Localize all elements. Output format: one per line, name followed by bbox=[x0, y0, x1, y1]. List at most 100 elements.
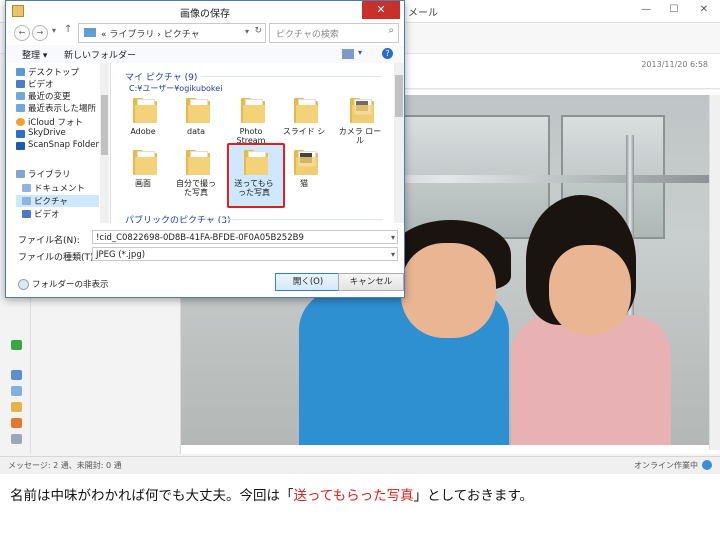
up-icon[interactable]: ↑ bbox=[64, 24, 72, 35]
group-path: C:¥ユーザー¥ogikubokei bbox=[129, 84, 223, 93]
boy-face bbox=[401, 243, 496, 338]
navigation-pane: デスクトップ ビデオ 最近の変更 最近表示した場所 iCloud フォト Sky… bbox=[6, 63, 111, 223]
mail-scrollbar[interactable] bbox=[709, 95, 720, 450]
folder-item-selected[interactable]: 送ってもらった写真 bbox=[230, 149, 278, 209]
address-row: ← → ▾ ↑ « ライブラリ › ピクチャ ▾ ↻ ピクチャの検索 ⌕ bbox=[6, 21, 404, 45]
nav-item-skydrive[interactable]: SkyDrive bbox=[28, 128, 66, 138]
search-icon[interactable]: ⌕ bbox=[388, 25, 394, 36]
nav-item-videos[interactable]: ビデオ bbox=[34, 208, 60, 220]
forward-icon[interactable]: → bbox=[32, 25, 48, 41]
calendar-icon[interactable] bbox=[11, 386, 22, 396]
add-icon[interactable] bbox=[11, 340, 22, 350]
filetype-dropdown-icon[interactable]: ▾ bbox=[391, 248, 395, 260]
folder-label: data bbox=[186, 127, 206, 136]
folder-item[interactable]: Adobe bbox=[119, 97, 167, 157]
folder-icon bbox=[294, 149, 318, 175]
screenshot: メール — ☐ ✕ 2013/11/20 6:58 メッセージ: 2 通、未開封… bbox=[0, 0, 720, 474]
folder-icon bbox=[350, 97, 374, 123]
nav-scroll-thumb[interactable] bbox=[101, 95, 108, 155]
filename-dropdown-icon[interactable]: ▾ bbox=[391, 231, 395, 243]
folder-icon bbox=[241, 97, 265, 123]
caption-text-1: 名前は中味がわかれば何でも大丈夫。今回は「 bbox=[10, 488, 294, 504]
search-input[interactable]: ピクチャの検索 ⌕ bbox=[269, 23, 399, 43]
nav-item-icloud-photo[interactable]: iCloud フォト bbox=[28, 116, 83, 128]
library-folder-icon bbox=[16, 170, 25, 178]
refresh-icon[interactable]: ↻ bbox=[254, 26, 262, 36]
save-image-dialog: 画像の保存 ✕ ← → ▾ ↑ « ライブラリ › ピクチャ ▾ ↻ ピクチャの… bbox=[5, 0, 405, 298]
nav-item-desktop[interactable]: デスクトップ bbox=[28, 66, 79, 78]
folder-label: 自分で撮った写真 bbox=[176, 179, 216, 197]
file-scroll-thumb[interactable] bbox=[395, 75, 403, 117]
scansnap-icon bbox=[16, 142, 25, 150]
dialog-toolbar: 整理 ▾ 新しいフォルダー ▾ ? bbox=[6, 45, 404, 64]
folder-icon bbox=[244, 149, 268, 175]
filetype-select[interactable]: JPEG (*.jpg) ▾ bbox=[92, 247, 398, 261]
caption-text-2: 」としておきます。 bbox=[413, 488, 533, 504]
organize-button[interactable]: 整理 ▾ bbox=[22, 48, 47, 61]
folder-item[interactable]: カメラ ロール bbox=[336, 97, 384, 157]
close-icon[interactable]: ✕ bbox=[690, 0, 718, 20]
view-icon[interactable] bbox=[342, 49, 354, 59]
skydrive-icon bbox=[16, 130, 25, 138]
hide-folders-label: フォルダーの非表示 bbox=[32, 280, 109, 290]
group-divider bbox=[223, 219, 383, 220]
nav-item-recent-changes[interactable]: 最近の変更 bbox=[28, 90, 71, 102]
library-icon bbox=[84, 28, 96, 37]
maximize-icon[interactable]: ☐ bbox=[660, 0, 688, 20]
videos-icon bbox=[22, 210, 31, 218]
folder-icon bbox=[133, 149, 157, 175]
filename-label: ファイル名(N): bbox=[18, 236, 80, 246]
folder-label: カメラ ロール bbox=[338, 127, 382, 145]
folder-item[interactable]: 画面 bbox=[119, 149, 167, 209]
mail-icon[interactable] bbox=[11, 370, 22, 380]
filename-input[interactable]: !cid_C0822698-0D8B-41FA-BFDE-0F0A05B252B… bbox=[92, 230, 398, 244]
folder-icon bbox=[133, 97, 157, 123]
folder-item[interactable]: スライド ショー bbox=[280, 97, 328, 157]
nav-item-video[interactable]: ビデオ bbox=[28, 78, 54, 90]
minimize-icon[interactable]: — bbox=[632, 0, 660, 20]
feed-icon[interactable] bbox=[11, 418, 22, 428]
girl-face bbox=[549, 245, 631, 335]
nav-item-pictures[interactable]: ピクチャ bbox=[34, 195, 68, 207]
group-header-my-pictures[interactable]: マイ ピクチャ (9) bbox=[125, 70, 197, 83]
new-folder-button[interactable]: 新しいフォルダー bbox=[64, 48, 136, 61]
nav-item-library[interactable]: ライブラリ bbox=[28, 168, 71, 180]
view-dropdown-icon[interactable]: ▾ bbox=[358, 48, 362, 57]
caption: 名前は中味がわかれば何でも大丈夫。今回は「送ってもらった写真」としておきます。 bbox=[10, 484, 710, 504]
chevron-up-icon bbox=[18, 279, 29, 290]
folder-item[interactable]: Photo Stream bbox=[227, 97, 275, 157]
nav-scrollbar[interactable] bbox=[100, 63, 109, 223]
filename-value: !cid_C0822698-0D8B-41FA-BFDE-0F0A05B252B… bbox=[96, 233, 304, 243]
group-divider bbox=[201, 76, 381, 77]
folder-item[interactable]: 猫 bbox=[280, 149, 328, 209]
cancel-button[interactable]: キャンセル bbox=[338, 273, 404, 291]
mail-window-title: メール bbox=[408, 8, 438, 19]
hide-folders-toggle[interactable]: フォルダーの非表示 bbox=[18, 278, 109, 290]
mail-date: 2013/11/20 6:58 bbox=[641, 60, 708, 69]
folder-label: 猫 bbox=[300, 179, 308, 188]
filetype-value: JPEG (*.jpg) bbox=[96, 250, 146, 260]
file-scrollbar[interactable] bbox=[394, 63, 404, 223]
recent-dropdown-icon[interactable]: ▾ bbox=[52, 26, 56, 35]
open-button[interactable]: 開く(O) bbox=[275, 273, 341, 291]
folder-label: Adobe bbox=[130, 127, 156, 136]
folder-item[interactable]: data bbox=[172, 97, 220, 157]
help-icon[interactable]: ? bbox=[382, 48, 393, 59]
folder-icon bbox=[294, 97, 318, 123]
folder-label: スライド ショー bbox=[282, 127, 326, 137]
recent-places-icon bbox=[16, 104, 25, 112]
nav-item-documents[interactable]: ドキュメント bbox=[34, 182, 85, 194]
icloud-photo-icon bbox=[16, 118, 25, 126]
address-dropdown-icon[interactable]: ▾ bbox=[245, 27, 249, 36]
contacts-icon[interactable] bbox=[11, 402, 22, 412]
back-icon[interactable]: ← bbox=[14, 25, 30, 41]
notes-icon[interactable] bbox=[11, 434, 22, 444]
address-bar[interactable]: « ライブラリ › ピクチャ ▾ ↻ bbox=[78, 23, 266, 43]
folder-item[interactable]: 自分で撮った写真 bbox=[172, 149, 220, 209]
nav-item-scansnap[interactable]: ScanSnap Folder bbox=[28, 140, 99, 150]
group-header-public-pictures[interactable]: パブリックのピクチャ (3) bbox=[125, 213, 231, 223]
status-message-count: メッセージ: 2 通、未開封: 0 通 bbox=[8, 461, 122, 470]
dialog-close-button[interactable]: ✕ bbox=[362, 1, 400, 19]
pictures-icon bbox=[22, 197, 31, 205]
nav-item-recent-places[interactable]: 最近表示した場所 bbox=[28, 102, 96, 114]
